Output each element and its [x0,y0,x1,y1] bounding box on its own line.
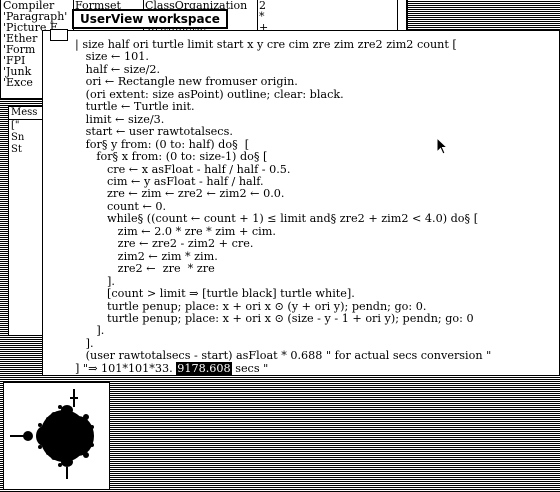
browser-message-item[interactable]: 2 [257,0,397,11]
browser-message-item[interactable]: * [257,11,397,22]
selected-result-value[interactable]: 9178.608 [176,361,232,375]
result-prefix: ] "⇒ 101*101*33. [75,361,177,375]
code-editor[interactable]: | size half ori turtle limit start x y c… [75,38,553,375]
code-line[interactable]: turtle penup; place: x + ori x ⊙ (size -… [75,312,553,325]
workspace-window[interactable]: | size half ori turtle limit start x y c… [42,30,560,376]
code-line[interactable]: while§ ((count ← count + 1) ≤ limit and§… [75,212,553,225]
mandelbrot-output-window [3,382,110,490]
code-line[interactable]: turtle ← Turtle init. [75,100,553,113]
code-line[interactable]: for§ x from: (0 to: size-1) do§ [ [75,150,553,163]
result-line[interactable]: ] "⇒ 101*101*33. 9178.608 secs " [75,361,553,375]
code-line[interactable]: start ← user rawtotalsecs. [75,125,553,138]
result-suffix: secs " [231,361,269,375]
code-line[interactable]: zre ← zre2 - zim2 + cre. [75,237,553,250]
code-line[interactable]: [count > limit ⇒ [turtle black] turtle w… [75,287,553,300]
workspace-close-box[interactable] [50,29,68,41]
code-line[interactable]: ori ← Rectangle new fromuser origin. [75,75,553,88]
workspace-title-tab[interactable]: UserView workspace [72,9,228,29]
mandelbrot-image [10,389,94,479]
code-line[interactable]: zre2 ← zre * zre [75,262,553,275]
mouse-cursor-icon [436,137,448,155]
code-line[interactable]: ]. [75,324,553,337]
